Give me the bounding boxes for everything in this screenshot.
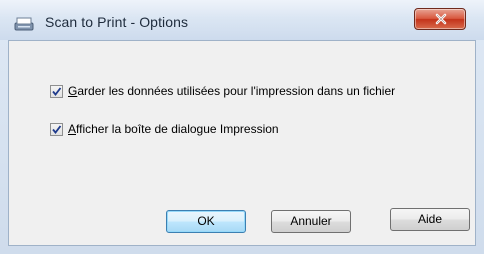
close-button[interactable] xyxy=(414,8,466,30)
option-save-print-data[interactable]: Garder les données utilisées pour l'impr… xyxy=(50,83,395,99)
scanner-icon xyxy=(14,16,34,32)
show-print-dialog-label: Afficher la boîte de dialogue Impression xyxy=(68,122,279,136)
save-print-data-checkbox[interactable] xyxy=(50,84,63,98)
options-dialog: Scan to Print - Options Garder les donné… xyxy=(0,0,484,254)
checkmark-icon xyxy=(52,86,62,96)
title-bar[interactable]: Scan to Print - Options xyxy=(0,0,484,40)
option-show-print-dialog[interactable]: Afficher la boîte de dialogue Impression xyxy=(50,121,279,137)
show-print-dialog-checkbox[interactable] xyxy=(50,122,63,136)
window-title: Scan to Print - Options xyxy=(45,14,189,30)
help-button[interactable]: Aide xyxy=(390,208,470,231)
dialog-body: Garder les données utilisées pour l'impr… xyxy=(8,40,476,246)
save-print-data-label: Garder les données utilisées pour l'impr… xyxy=(68,84,396,98)
cancel-button[interactable]: Annuler xyxy=(271,210,351,233)
close-icon xyxy=(434,12,448,26)
ok-button[interactable]: OK xyxy=(166,210,246,233)
checkmark-icon xyxy=(52,124,62,134)
